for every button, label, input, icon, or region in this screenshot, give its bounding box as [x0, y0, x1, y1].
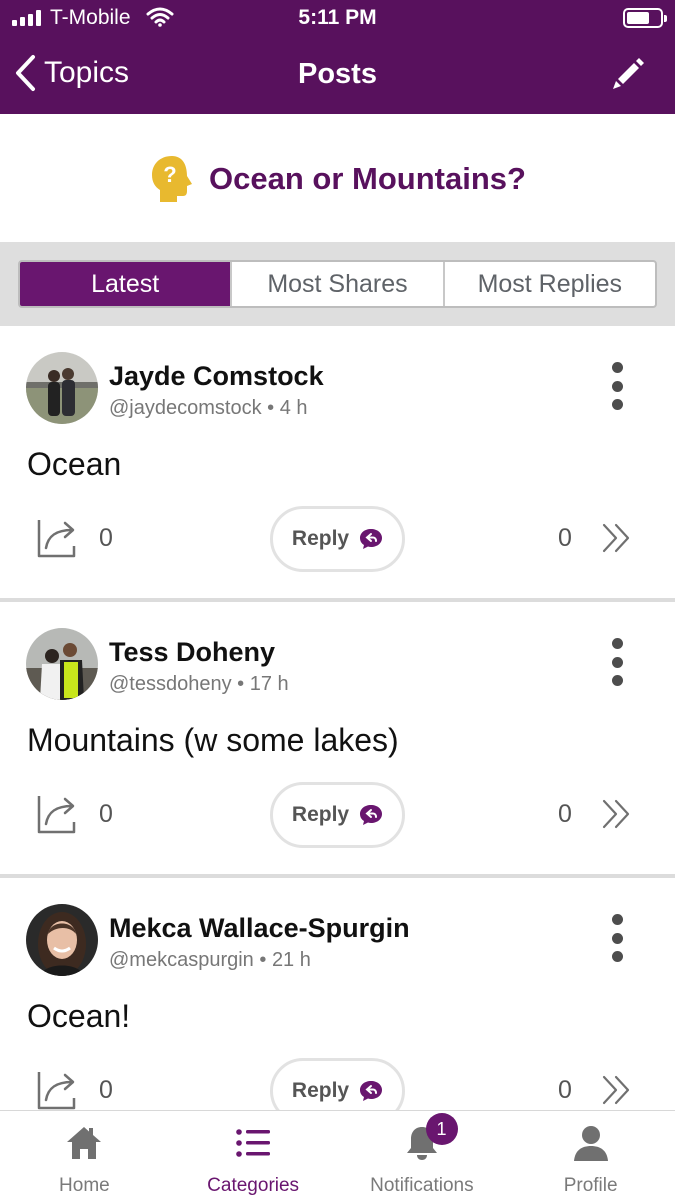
- compose-button[interactable]: [609, 54, 647, 97]
- top-bar: T-Mobile 5:11 PM Topics Posts: [0, 0, 675, 114]
- post-age: 17 h: [249, 673, 289, 695]
- post-meta: @mekcaspurgin • 21 h: [109, 949, 311, 972]
- tabbar-profile[interactable]: Profile: [506, 1111, 675, 1200]
- tabbar-home[interactable]: Home: [0, 1111, 169, 1200]
- post-author[interactable]: Tess Doheny: [109, 637, 275, 668]
- post-handle: @jaydecomstock: [109, 397, 262, 419]
- sort-tabs-container: Latest Most Shares Most Replies: [0, 242, 675, 326]
- reply-label: Reply: [291, 527, 350, 550]
- post-meta: @tessdoheny • 17 h: [109, 673, 289, 696]
- avatar[interactable]: [26, 628, 98, 700]
- tabbar-label: Profile: [563, 1175, 618, 1196]
- svg-text:?: ?: [163, 162, 176, 187]
- double-chevron-right-icon: [602, 523, 630, 553]
- battery-icon: [623, 8, 667, 28]
- reply-bubble-icon: [360, 529, 383, 549]
- post-age: 21 h: [271, 949, 311, 971]
- reply-label: Reply: [291, 1079, 350, 1102]
- tabbar-notifications[interactable]: 1 Notifications: [338, 1111, 507, 1200]
- reply-count: 0: [558, 1076, 572, 1104]
- tab-most-shares[interactable]: Most Shares: [232, 262, 445, 306]
- tabbar-categories[interactable]: Categories: [169, 1111, 338, 1200]
- post-body: Ocean: [27, 446, 122, 482]
- post-handle: @mekcaspurgin: [109, 949, 254, 971]
- share-count: 0: [99, 800, 113, 828]
- reply-bubble-icon: [360, 805, 383, 825]
- reply-count: 0: [558, 524, 572, 552]
- list-icon: [236, 1129, 271, 1157]
- post-card: Jayde Comstock @jaydecomstock • 4 h Ocea…: [0, 326, 675, 602]
- more-options-button[interactable]: [605, 914, 629, 962]
- person-icon: [573, 1126, 608, 1161]
- meta-separator: •: [267, 397, 280, 419]
- sort-tabs: Latest Most Shares Most Replies: [18, 260, 657, 308]
- post-card: Tess Doheny @tessdoheny • 17 h Mountains…: [0, 602, 675, 878]
- view-thread-button[interactable]: [600, 522, 634, 559]
- more-options-button[interactable]: [605, 362, 629, 410]
- home-icon: [67, 1127, 102, 1159]
- post-age: 4 h: [279, 397, 308, 419]
- post-handle: @tessdoheny: [109, 673, 232, 695]
- avatar[interactable]: [26, 904, 98, 976]
- meta-separator: •: [259, 949, 272, 971]
- tabbar-label: Notifications: [370, 1175, 474, 1196]
- meta-separator: •: [237, 673, 250, 695]
- share-button[interactable]: [36, 792, 80, 841]
- view-thread-button[interactable]: [600, 1074, 634, 1111]
- tab-most-replies[interactable]: Most Replies: [445, 262, 655, 306]
- share-button[interactable]: [36, 516, 80, 565]
- reply-button[interactable]: Reply: [270, 782, 405, 848]
- topic-title: Ocean or Mountains?: [209, 161, 526, 196]
- double-chevron-right-icon: [602, 1075, 630, 1105]
- reply-label: Reply: [291, 803, 350, 826]
- post-body: Mountains (w some lakes): [27, 722, 399, 758]
- tab-latest[interactable]: Latest: [20, 262, 233, 306]
- nav-bar: Topics Posts: [0, 38, 675, 114]
- bottom-tab-bar: Home Categories 1 Notifications Profile: [0, 1110, 675, 1200]
- posts-feed[interactable]: Jayde Comstock @jaydecomstock • 4 h Ocea…: [0, 326, 675, 1111]
- status-bar: T-Mobile 5:11 PM: [0, 0, 675, 38]
- share-icon: [37, 520, 76, 558]
- post-meta: @jaydecomstock • 4 h: [109, 397, 308, 420]
- share-icon: [37, 796, 76, 834]
- question-head-icon: ?: [152, 156, 193, 202]
- status-time: 5:11 PM: [298, 6, 377, 29]
- pencil-icon: [613, 58, 644, 89]
- reply-button[interactable]: Reply: [270, 506, 405, 572]
- tabbar-label: Home: [59, 1175, 110, 1196]
- post-card: Mekca Wallace-Spurgin @mekcaspurgin • 21…: [0, 878, 675, 1111]
- avatar[interactable]: [26, 352, 98, 424]
- share-count: 0: [99, 1076, 113, 1104]
- post-author[interactable]: Mekca Wallace-Spurgin: [109, 913, 410, 944]
- notification-badge: 1: [425, 1113, 458, 1145]
- share-button[interactable]: [36, 1068, 80, 1111]
- reply-count: 0: [558, 800, 572, 828]
- post-author[interactable]: Jayde Comstock: [109, 361, 324, 392]
- view-thread-button[interactable]: [600, 798, 634, 835]
- reply-bubble-icon: [360, 1081, 383, 1101]
- post-body: Ocean!: [27, 998, 131, 1034]
- double-chevron-right-icon: [602, 799, 630, 829]
- tabbar-label: Categories: [207, 1175, 300, 1196]
- page-title: Posts: [298, 58, 377, 90]
- topic-header: ? Ocean or Mountains?: [0, 114, 675, 242]
- more-options-button[interactable]: [605, 638, 629, 686]
- share-count: 0: [99, 524, 113, 552]
- reply-button[interactable]: Reply: [270, 1058, 405, 1111]
- share-icon: [37, 1072, 76, 1110]
